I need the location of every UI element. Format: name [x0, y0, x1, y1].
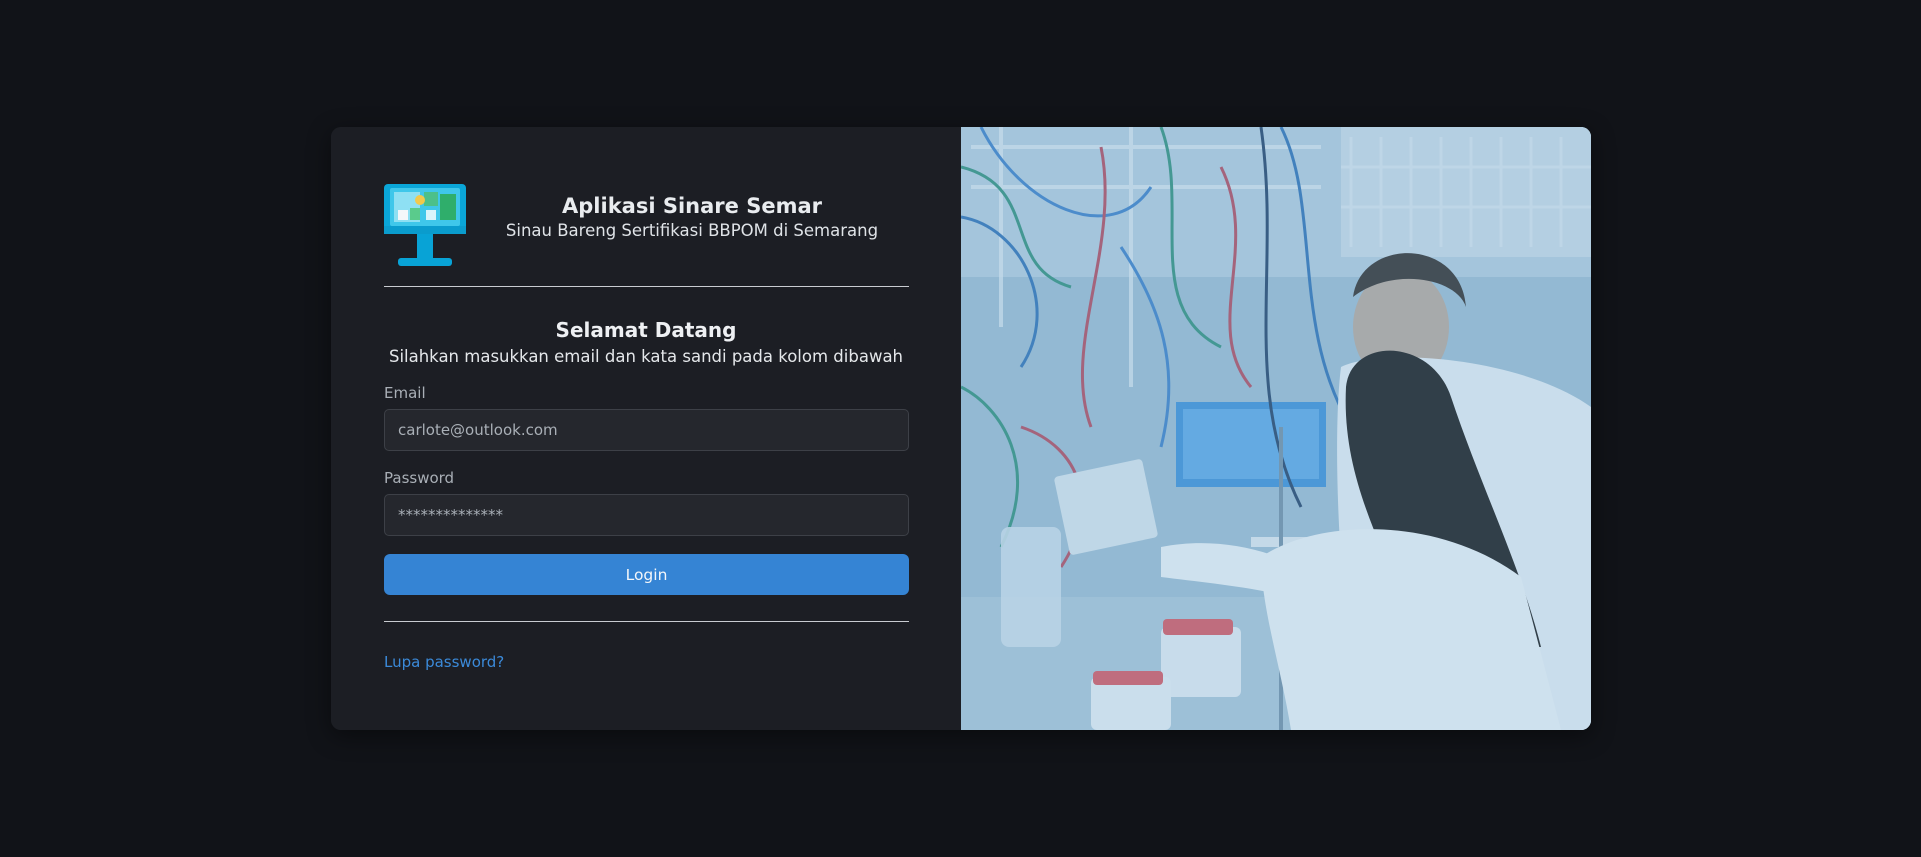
hero-image: [961, 127, 1591, 730]
form-divider: [384, 621, 909, 622]
welcome-section: Selamat Datang Silahkan masukkan email d…: [384, 317, 908, 369]
email-field[interactable]: [384, 409, 909, 451]
login-panel: Aplikasi Sinare Semar Sinau Bareng Serti…: [331, 127, 961, 730]
kiosk-icon: [384, 184, 466, 266]
login-card: Aplikasi Sinare Semar Sinau Bareng Serti…: [331, 127, 1591, 730]
email-label: Email: [384, 384, 426, 402]
laboratory-scientists-image: [961, 127, 1591, 730]
password-field[interactable]: [384, 494, 909, 536]
app-subtitle: Sinau Bareng Sertifikasi BBPOM di Semara…: [505, 221, 879, 240]
welcome-heading: Selamat Datang: [555, 318, 737, 342]
login-button[interactable]: Login: [384, 554, 909, 595]
login-form: Email Password Login: [384, 383, 909, 595]
welcome-instructions: Silahkan masukkan email dan kata sandi p…: [388, 347, 904, 366]
forgot-password-link[interactable]: Lupa password?: [384, 653, 504, 671]
brand-header: Aplikasi Sinare Semar Sinau Bareng Serti…: [384, 179, 908, 271]
brand-text: Aplikasi Sinare Semar Sinau Bareng Serti…: [466, 194, 908, 242]
app-title: Aplikasi Sinare Semar: [562, 194, 822, 218]
header-divider: [384, 286, 909, 287]
password-label: Password: [384, 469, 455, 487]
